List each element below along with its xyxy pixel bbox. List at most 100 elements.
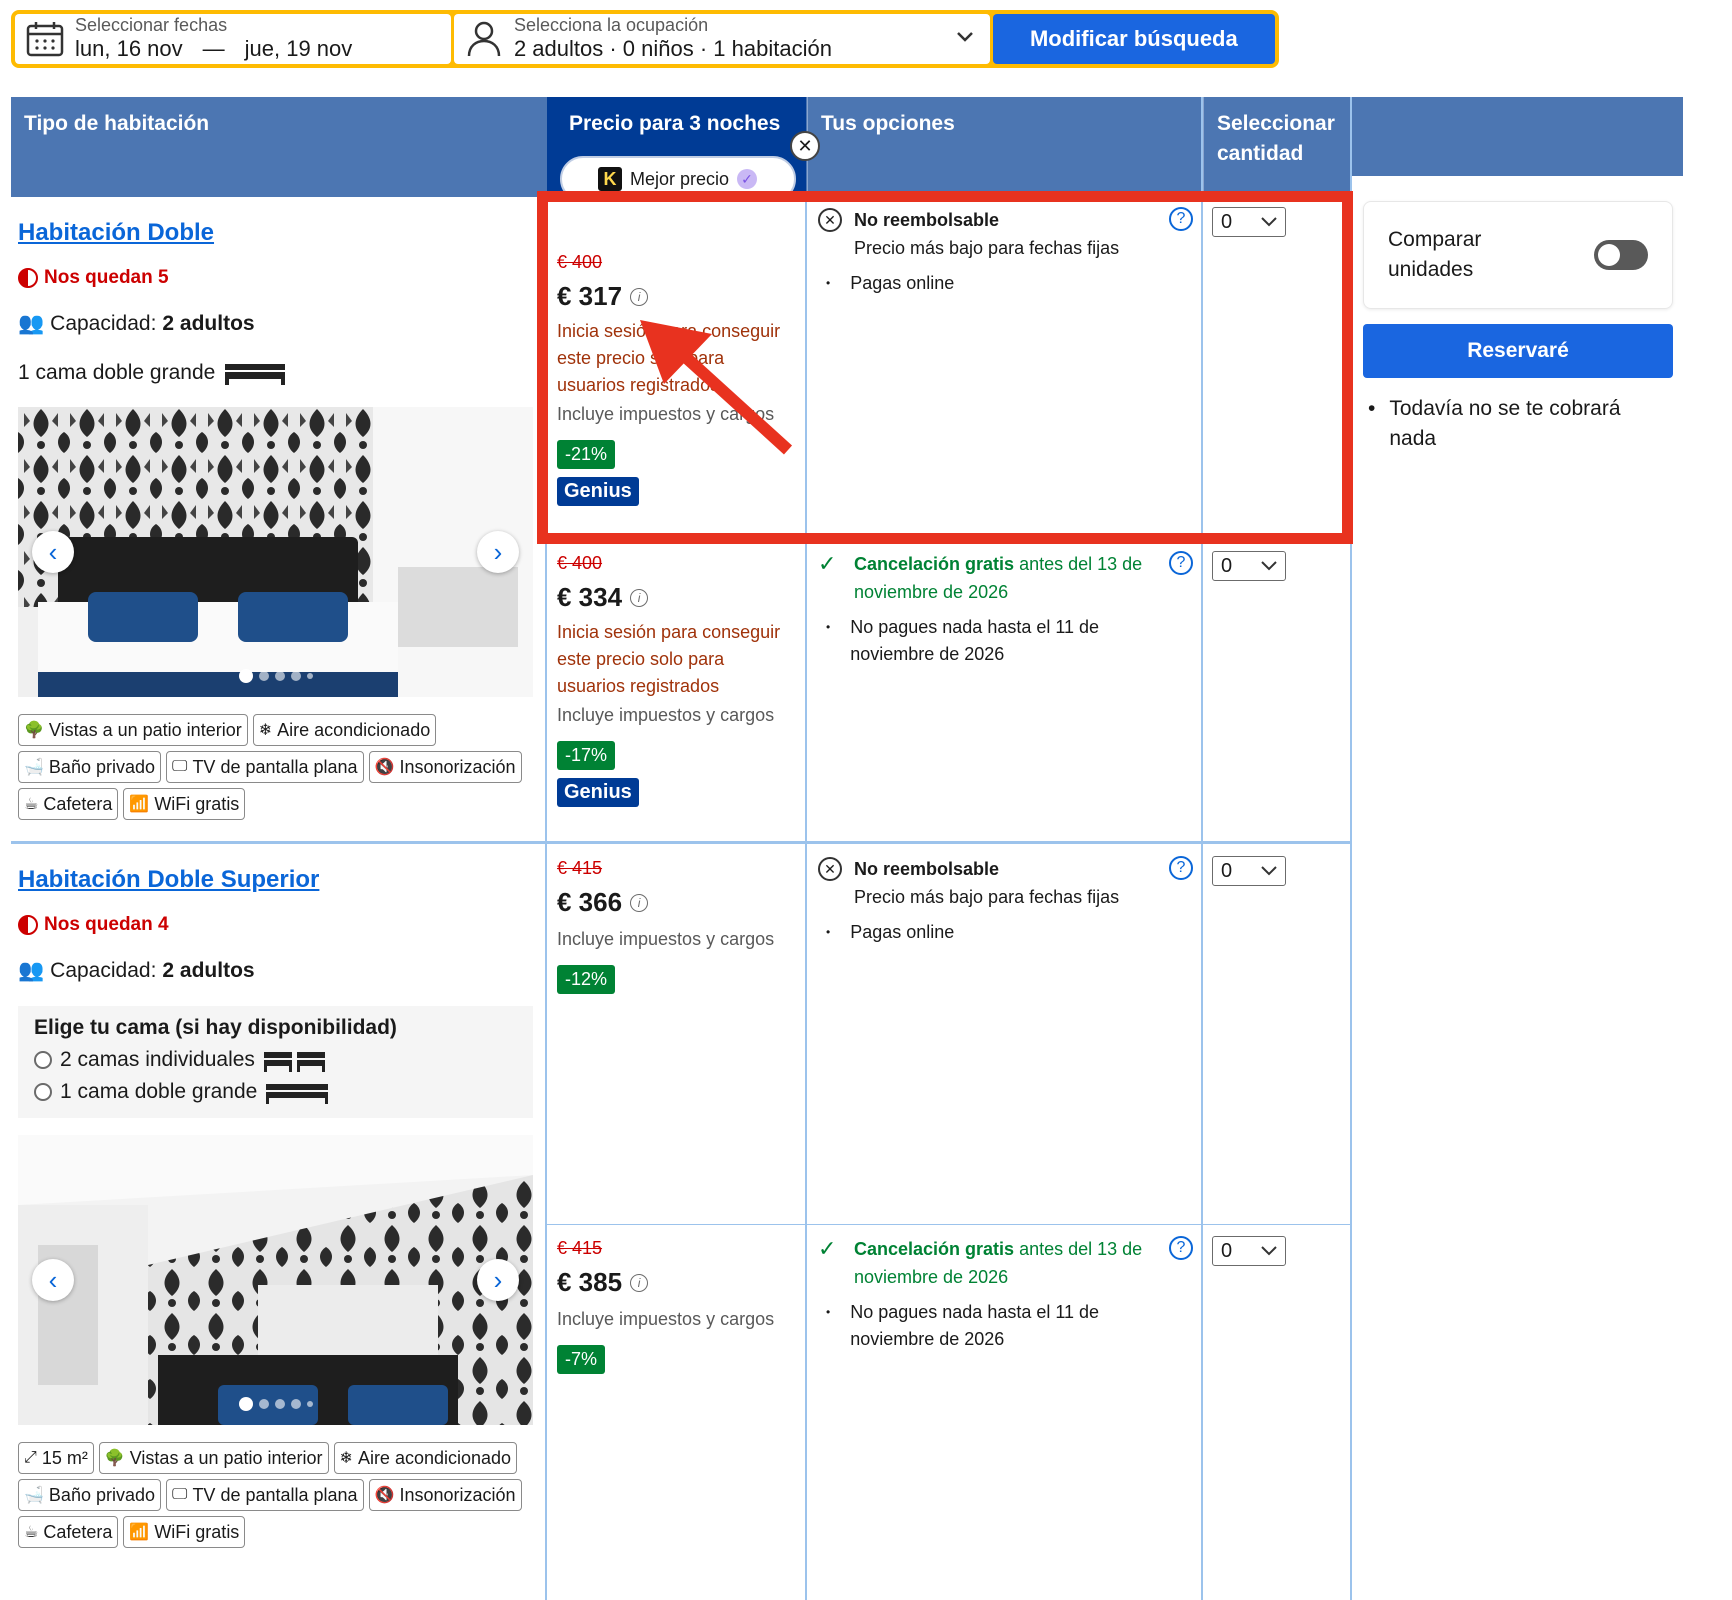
room-title-doble-superior[interactable]: Habitación Doble Superior <box>18 866 319 894</box>
quantity-value: 0 <box>1221 859 1233 882</box>
no-charge-note: • Todavía no se te cobrará nada <box>1368 394 1668 454</box>
facility-label: Baño privado <box>48 756 155 777</box>
check-icon: ✓ <box>737 169 758 189</box>
scarcity-icon <box>18 915 38 935</box>
option-bullet: No pagues nada hasta el 11 de noviembre … <box>850 617 1100 664</box>
rooms-left-text: Nos quedan 5 <box>44 267 169 288</box>
double-bed-icon <box>266 1084 329 1104</box>
current-price: € 385 i <box>557 1267 797 1298</box>
help-icon[interactable]: ? <box>1169 551 1193 575</box>
help-icon[interactable]: ? <box>1169 1236 1193 1260</box>
chevron-down-icon <box>1261 866 1277 876</box>
bed-option-twin[interactable]: 2 camas individuales <box>34 1044 517 1076</box>
room-title-doble[interactable]: Habitación Doble <box>18 219 214 247</box>
photo-prev-button[interactable]: ‹ <box>32 1259 74 1301</box>
compare-units: Comparar unidades <box>1363 201 1673 309</box>
people-icon: 👥 <box>18 959 45 982</box>
facility-chip: 🌳 Vistas a un patio interior <box>18 714 248 746</box>
info-icon[interactable]: i <box>630 588 649 607</box>
tv-icon: 🖵 <box>172 1486 188 1503</box>
quantity-value: 0 <box>1221 210 1233 233</box>
facility-chip: 🖵 TV de pantalla plana <box>166 1479 364 1511</box>
radio-double[interactable] <box>34 1083 52 1101</box>
room-photo-doble[interactable]: ‹ › <box>18 407 533 697</box>
old-price: € 400 <box>557 252 603 272</box>
option-title: No reembolsable <box>854 859 1000 879</box>
price-cell: € 400 € 334 i Inicia sesión para consegui… <box>557 553 797 807</box>
options-cell: ✓ Cancelación gratis antes del 13 de novi… <box>818 550 1188 668</box>
facility-chip: ☕ Cafetera <box>18 788 119 820</box>
facility-label: WiFi gratis <box>154 793 240 814</box>
price-value: € 385 <box>557 1267 623 1297</box>
chevron-down-icon <box>1261 1246 1277 1256</box>
photo-prev-button[interactable]: ‹ <box>32 531 74 573</box>
soundproof-icon: 🔇 <box>374 759 395 776</box>
option-title: Cancelación gratis <box>854 1239 1015 1259</box>
quantity-value: 0 <box>1221 1239 1233 1262</box>
bed-choice-title: Elige tu cama (si hay disponibilidad) <box>34 1016 397 1039</box>
occupancy-label: Selecciona la ocupación <box>513 15 709 35</box>
quantity-select[interactable]: 0 <box>1212 551 1286 581</box>
occupancy-value: 2 adultos · 0 niños · 1 habitación <box>513 36 832 61</box>
capacity-value: 2 adultos <box>162 959 255 982</box>
capacity: 👥 Capacidad: 2 adultos <box>18 959 255 983</box>
option-bullet: No pagues nada hasta el 11 de noviembre … <box>850 1302 1100 1349</box>
highlight-arrow <box>640 320 793 455</box>
facility-chip: 🔇 Insonorización <box>368 751 522 783</box>
price-value: € 366 <box>557 887 623 917</box>
help-icon[interactable]: ? <box>1169 207 1193 231</box>
old-price: € 400 <box>557 553 603 573</box>
double-bed-icon <box>225 364 286 385</box>
capacity-label: Capacidad: <box>50 959 157 982</box>
soundproof-icon: 🔇 <box>374 1487 395 1504</box>
photo-next-button[interactable]: › <box>477 531 519 573</box>
facility-label: Insonorización <box>399 756 516 777</box>
help-icon[interactable]: ? <box>1169 856 1193 880</box>
modify-search-button[interactable]: Modificar búsqueda <box>992 14 1275 64</box>
coffee-machine-icon: ☕ <box>24 796 39 813</box>
facility-chip: 🖵 TV de pantalla plana <box>166 751 364 783</box>
occupancy-field[interactable]: Selecciona la ocupación 2 adultos · 0 ni… <box>453 14 990 64</box>
info-icon[interactable]: i <box>630 893 649 912</box>
options-cell: ✕ No reembolsable Precio más bajo para fe… <box>818 855 1188 946</box>
photo-next-button[interactable]: › <box>477 1259 519 1301</box>
room-photo-doble-superior[interactable]: ‹ › <box>18 1135 533 1425</box>
current-price: € 317 i <box>557 281 797 312</box>
option-title: No reembolsable <box>854 210 1000 230</box>
tv-icon: 🖵 <box>172 758 188 775</box>
facility-chip: 🌳 Vistas a un patio interior <box>98 1442 329 1474</box>
dates-field[interactable]: Seleccionar fechas lun, 16 nov — jue, 19 n… <box>15 14 451 64</box>
rooms-left: Nos quedan 5 <box>18 267 169 289</box>
old-price: € 415 <box>557 1238 603 1258</box>
check-icon: ✓ <box>818 1236 837 1261</box>
facility-chip: ❄ Aire acondicionado <box>252 714 437 746</box>
bed-option-double[interactable]: 1 cama doble grande <box>34 1076 517 1108</box>
info-icon[interactable]: i <box>630 287 649 306</box>
coffee-machine-icon: ☕ <box>24 1524 39 1541</box>
wifi-icon: 📶 <box>129 1524 150 1541</box>
header-options: Tus opciones <box>807 97 1202 197</box>
best-price-label: Mejor precio <box>630 168 730 189</box>
chevron-down-icon <box>956 30 974 48</box>
facilities-doble-superior: ⤢ 15 m² 🌳 Vistas a un patio interior ❄ Aire… <box>18 1442 538 1548</box>
login-note[interactable]: Inicia sesión para conseguir este precio… <box>557 619 797 700</box>
radio-twin[interactable] <box>34 1051 52 1069</box>
bed-choice-box: Elige tu cama (si hay disponibilidad) 2 … <box>18 1006 533 1118</box>
best-price-badge[interactable]: K Mejor precio ✓ <box>560 156 796 202</box>
date-separator: — <box>202 36 225 61</box>
close-icon[interactable]: ✕ <box>790 131 820 161</box>
quantity-select[interactable]: 0 <box>1212 207 1286 237</box>
facility-label: Cafetera <box>43 1521 113 1542</box>
compare-toggle[interactable] <box>1594 240 1648 270</box>
quantity-value: 0 <box>1221 554 1233 577</box>
reserve-button[interactable]: Reservaré <box>1363 324 1673 378</box>
room-size-icon: ⤢ <box>24 1449 37 1466</box>
facilities-doble: 🌳 Vistas a un patio interior ❄ Aire acondi… <box>18 714 538 820</box>
compare-label: Comparar unidades <box>1388 228 1482 281</box>
facility-label: Vistas a un patio interior <box>48 719 242 740</box>
checkin-date: lun, 16 nov <box>75 36 183 61</box>
quantity-select[interactable]: 0 <box>1212 1236 1286 1266</box>
quantity-select[interactable]: 0 <box>1212 856 1286 886</box>
option-title: Cancelación gratis <box>854 554 1015 574</box>
info-icon[interactable]: i <box>630 1273 649 1292</box>
